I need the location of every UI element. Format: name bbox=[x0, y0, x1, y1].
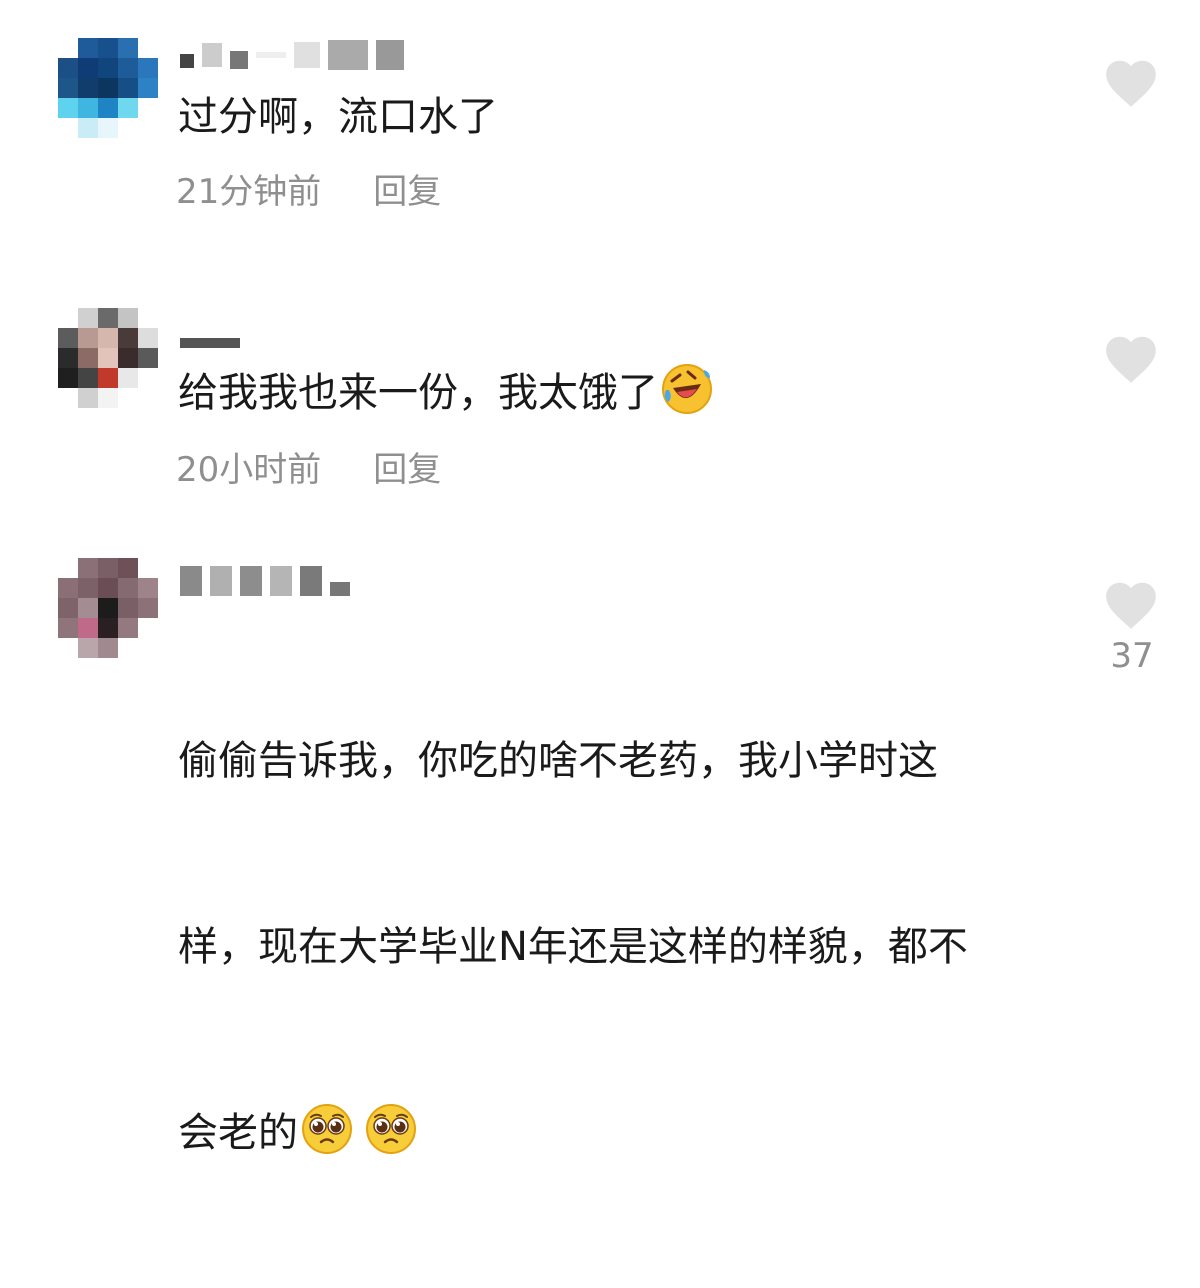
avatar[interactable] bbox=[58, 308, 158, 408]
comment-text-content: 会老的 bbox=[178, 1110, 298, 1156]
heart-icon[interactable] bbox=[1102, 578, 1160, 630]
avatar[interactable] bbox=[58, 38, 158, 138]
pleading-face-emoji bbox=[366, 1104, 416, 1154]
reply-button[interactable]: 回复 bbox=[373, 442, 441, 491]
comment-text-line: 偷偷告诉我，你吃的啥不老药，我小学时这 bbox=[178, 738, 938, 784]
reply-button[interactable]: 回复 bbox=[373, 164, 441, 213]
comment-meta: 20小时前 回复 bbox=[176, 442, 441, 491]
heart-icon[interactable] bbox=[1102, 332, 1160, 384]
rofl-emoji bbox=[662, 364, 712, 414]
avatar[interactable] bbox=[58, 558, 158, 658]
comment-text-content: 给我我也来一份，我太饿了 bbox=[178, 370, 658, 416]
comment-time: 20小时前 bbox=[176, 450, 322, 490]
username-blurred[interactable] bbox=[180, 40, 404, 70]
comment-text: 给我我也来一份，我太饿了 bbox=[178, 362, 1078, 422]
username-blurred[interactable] bbox=[180, 566, 350, 596]
username-blurred[interactable] bbox=[180, 318, 240, 348]
comment-text: 过分啊，流口水了 bbox=[178, 94, 498, 140]
pleading-face-emoji bbox=[302, 1104, 352, 1154]
comment-text: 偷偷告诉我，你吃的啥不老药，我小学时这 样，现在大学毕业N年还是这样的样貌，都不… bbox=[178, 606, 1078, 1288]
comment-text-line: 样，现在大学毕业N年还是这样的样貌，都不 bbox=[178, 924, 968, 970]
comment-meta: 21分钟前 回复 bbox=[176, 164, 441, 213]
comment-text-line: 会老的 bbox=[178, 1102, 1078, 1164]
heart-icon[interactable] bbox=[1102, 56, 1160, 108]
comment-time: 21分钟前 bbox=[176, 172, 322, 212]
like-count: 37 bbox=[1110, 636, 1154, 676]
